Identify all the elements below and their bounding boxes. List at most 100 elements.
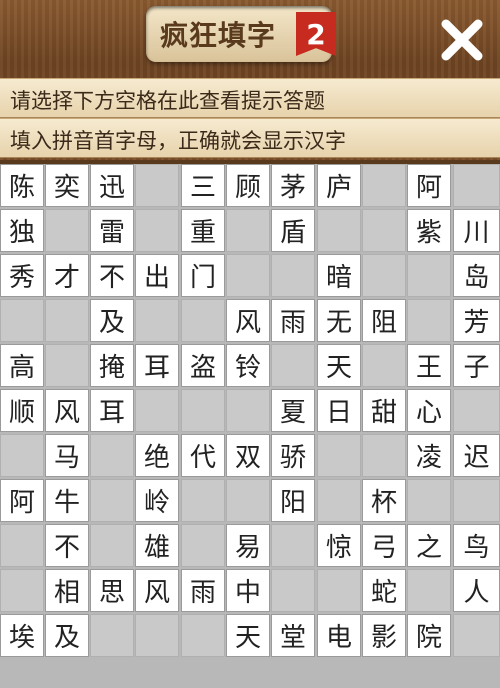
grid-cell[interactable]: 蛇 [362,569,406,612]
blocked-cell [271,524,315,567]
grid-cell[interactable]: 阿 [407,164,451,207]
grid-cell[interactable]: 雷 [90,209,134,252]
blocked-cell [181,479,225,522]
grid-cell[interactable]: 迟 [453,434,500,477]
grid-cell[interactable]: 秀 [0,254,44,297]
grid-cell[interactable]: 才 [45,254,89,297]
blocked-cell [317,434,361,477]
grid-cell[interactable]: 顾 [226,164,270,207]
grid-cell[interactable]: 甜 [362,389,406,432]
grid-cell[interactable]: 门 [181,254,225,297]
grid-cell[interactable]: 日 [317,389,361,432]
grid-cell[interactable]: 耳 [90,389,134,432]
grid-cell[interactable]: 天 [317,344,361,387]
blocked-cell [181,524,225,567]
grid-cell[interactable]: 不 [90,254,134,297]
close-button[interactable] [436,14,488,66]
grid-cell[interactable]: 之 [407,524,451,567]
grid-cell[interactable]: 无 [317,299,361,342]
grid-cell[interactable]: 影 [362,614,406,657]
crossword-board: 陈奕迅三顾茅庐阿独雷重盾紫川秀才不出门暗岛及风雨无阻芳高掩耳盗铃天王子顺风耳夏日… [0,164,500,688]
grid-cell[interactable]: 代 [181,434,225,477]
grid-cell[interactable]: 心 [407,389,451,432]
grid-cell[interactable]: 马 [45,434,89,477]
grid-cell[interactable]: 及 [45,614,89,657]
grid-cell[interactable]: 阿 [0,479,44,522]
hint-bar-2: 填入拼音首字母，正确就会显示汉字 [0,118,500,158]
grid-cell[interactable]: 思 [90,569,134,612]
grid-cell[interactable]: 易 [226,524,270,567]
grid-cell[interactable]: 电 [317,614,361,657]
grid-cell[interactable]: 凌 [407,434,451,477]
grid-cell[interactable]: 重 [181,209,225,252]
grid-cell[interactable]: 王 [407,344,451,387]
game-title: 疯狂填字 [160,19,277,52]
blocked-cell [317,479,361,522]
grid-cell[interactable]: 庐 [317,164,361,207]
grid-cell[interactable]: 风 [45,389,89,432]
version-badge: 2 [296,12,336,56]
grid-cell[interactable]: 绝 [135,434,179,477]
grid-cell[interactable]: 院 [407,614,451,657]
grid-cell[interactable]: 出 [135,254,179,297]
grid-cell[interactable]: 岭 [135,479,179,522]
blocked-cell [317,569,361,612]
grid-cell[interactable]: 阳 [271,479,315,522]
grid-cell[interactable]: 雄 [135,524,179,567]
grid-cell[interactable]: 茅 [271,164,315,207]
grid-cell[interactable]: 芳 [453,299,500,342]
grid-cell[interactable]: 盾 [271,209,315,252]
grid-cell[interactable]: 耳 [135,344,179,387]
grid-cell[interactable]: 风 [135,569,179,612]
grid-cell[interactable]: 阻 [362,299,406,342]
close-icon [441,19,483,61]
grid-cell[interactable]: 迅 [90,164,134,207]
grid-cell[interactable]: 风 [226,299,270,342]
grid-cell[interactable]: 三 [181,164,225,207]
grid-cell[interactable]: 紫 [407,209,451,252]
grid-cell[interactable]: 盗 [181,344,225,387]
blocked-cell [271,569,315,612]
grid-cell[interactable]: 暗 [317,254,361,297]
grid-cell[interactable]: 子 [453,344,500,387]
blocked-cell [226,389,270,432]
grid-cell[interactable]: 陈 [0,164,44,207]
hint-text-2: 填入拼音首字母，正确就会显示汉字 [10,129,346,153]
grid-cell[interactable]: 高 [0,344,44,387]
blocked-cell [90,524,134,567]
grid-cell[interactable]: 掩 [90,344,134,387]
grid-cell[interactable]: 中 [226,569,270,612]
grid-cell[interactable]: 天 [226,614,270,657]
grid-cell[interactable]: 相 [45,569,89,612]
blocked-cell [135,209,179,252]
blocked-cell [362,344,406,387]
grid-cell[interactable]: 岛 [453,254,500,297]
grid-cell[interactable]: 骄 [271,434,315,477]
blocked-cell [0,299,44,342]
grid-cell[interactable]: 弓 [362,524,406,567]
grid-cell[interactable]: 雨 [271,299,315,342]
grid-cell[interactable]: 铃 [226,344,270,387]
grid-cell[interactable]: 人 [453,569,500,612]
grid-cell[interactable]: 夏 [271,389,315,432]
grid-cell[interactable]: 独 [0,209,44,252]
grid-cell[interactable]: 不 [45,524,89,567]
grid-cell[interactable]: 雨 [181,569,225,612]
grid-cell[interactable]: 埃 [0,614,44,657]
grid-cell[interactable]: 及 [90,299,134,342]
grid-cell[interactable]: 川 [453,209,500,252]
grid-cell[interactable]: 顺 [0,389,44,432]
grid-cell[interactable]: 双 [226,434,270,477]
grid-cell[interactable]: 鸟 [453,524,500,567]
blocked-cell [135,614,179,657]
grid-cell[interactable]: 堂 [271,614,315,657]
blocked-cell [90,479,134,522]
grid-cell[interactable]: 惊 [317,524,361,567]
grid-cell[interactable]: 牛 [45,479,89,522]
blocked-cell [362,254,406,297]
blocked-cell [90,434,134,477]
grid-cell[interactable]: 奕 [45,164,89,207]
blocked-cell [135,389,179,432]
grid-cell[interactable]: 杯 [362,479,406,522]
blocked-cell [453,479,500,522]
